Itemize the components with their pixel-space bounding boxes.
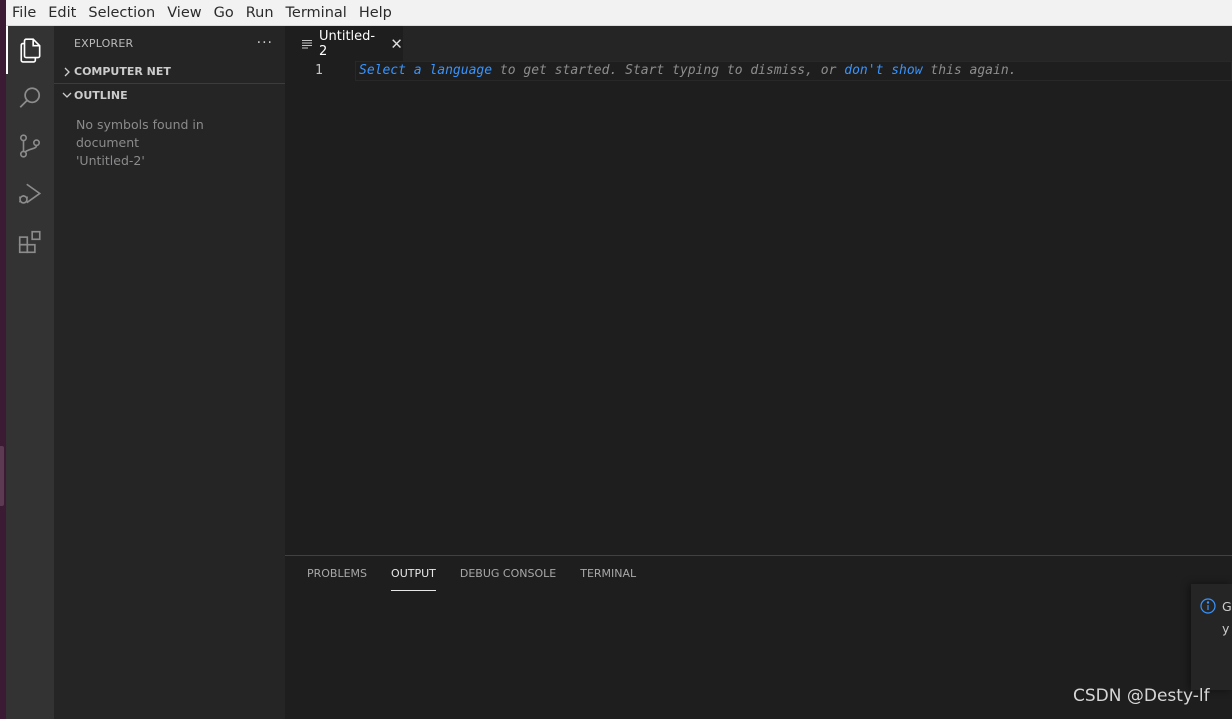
tab-debug-console[interactable]: DEBUG CONSOLE — [460, 556, 556, 591]
sidebar-title: EXPLORER — [74, 36, 134, 50]
menu-terminal[interactable]: Terminal — [280, 0, 353, 26]
menu-run[interactable]: Run — [240, 0, 280, 26]
run-debug-button[interactable] — [6, 170, 54, 218]
files-icon — [20, 38, 41, 63]
outline-empty-message: No symbols found in document 'Untitled-2… — [54, 106, 285, 170]
section-outline[interactable]: OUTLINE — [54, 83, 285, 106]
section-computer-net[interactable]: COMPUTER NET — [54, 60, 285, 83]
notification-text: G y — [1222, 596, 1232, 640]
menu-go[interactable]: Go — [208, 0, 240, 26]
line-number: 1 — [315, 63, 323, 78]
select-language-link[interactable]: Select a language — [359, 63, 492, 78]
chevron-right-icon — [60, 65, 74, 79]
section-label: COMPUTER NET — [74, 65, 171, 78]
plaintext-file-icon — [301, 38, 313, 50]
tab-untitled-2[interactable]: Untitled-2 — [285, 26, 403, 61]
run-debug-icon — [19, 183, 42, 204]
more-actions-button[interactable]: ··· — [257, 35, 273, 51]
activity-bar — [6, 26, 54, 719]
explorer-button[interactable] — [6, 26, 54, 74]
menu-help[interactable]: Help — [353, 0, 398, 26]
tab-bar: Untitled-2 — [285, 26, 1232, 61]
tab-label: Untitled-2 — [319, 28, 376, 59]
editor-group: Untitled-2 1 Select a language to get st… — [285, 26, 1232, 555]
watermark: CSDN @Desty-lf — [1073, 686, 1210, 706]
menu-bar: File Edit Selection View Go Run Terminal… — [6, 0, 1232, 26]
desktop-edge-handle — [0, 446, 4, 506]
hint-text: this again. — [922, 63, 1017, 78]
tab-output[interactable]: OUTPUT — [391, 556, 436, 591]
info-icon — [1200, 598, 1216, 614]
hint-text: to get started. Start typing to dismiss,… — [492, 63, 845, 78]
search-icon — [19, 87, 41, 108]
outline-message-line: 'Untitled-2' — [76, 153, 145, 168]
empty-editor-hint: Select a language to get started. Start … — [359, 61, 1016, 81]
search-button[interactable] — [6, 74, 54, 122]
menu-selection[interactable]: Selection — [82, 0, 161, 26]
tab-terminal[interactable]: TERMINAL — [580, 556, 636, 591]
section-label: OUTLINE — [74, 88, 128, 102]
code-editor[interactable]: 1 Select a language to get started. Star… — [285, 61, 1232, 555]
notification-text-line: G — [1222, 599, 1232, 614]
dont-show-link[interactable]: don't show — [844, 63, 922, 78]
menu-edit[interactable]: Edit — [42, 0, 82, 26]
notification-text-line: y — [1222, 621, 1230, 636]
sidebar-header: EXPLORER ··· — [54, 26, 285, 60]
close-icon[interactable] — [390, 37, 403, 51]
sidebar: EXPLORER ··· COMPUTER NET OUTLINE No sym… — [54, 26, 285, 719]
outline-message-line: No symbols found in document — [76, 117, 204, 150]
menu-view[interactable]: View — [161, 0, 207, 26]
notification-toast[interactable]: G y — [1191, 584, 1232, 690]
menu-file[interactable]: File — [6, 0, 42, 26]
source-control-button[interactable] — [6, 122, 54, 170]
extensions-button[interactable] — [6, 218, 54, 266]
panel-tabs: PROBLEMS OUTPUT DEBUG CONSOLE TERMINAL — [285, 556, 660, 591]
extensions-icon — [18, 230, 41, 254]
tab-problems[interactable]: PROBLEMS — [307, 556, 367, 591]
chevron-down-icon — [60, 88, 74, 102]
source-control-icon — [19, 134, 41, 158]
